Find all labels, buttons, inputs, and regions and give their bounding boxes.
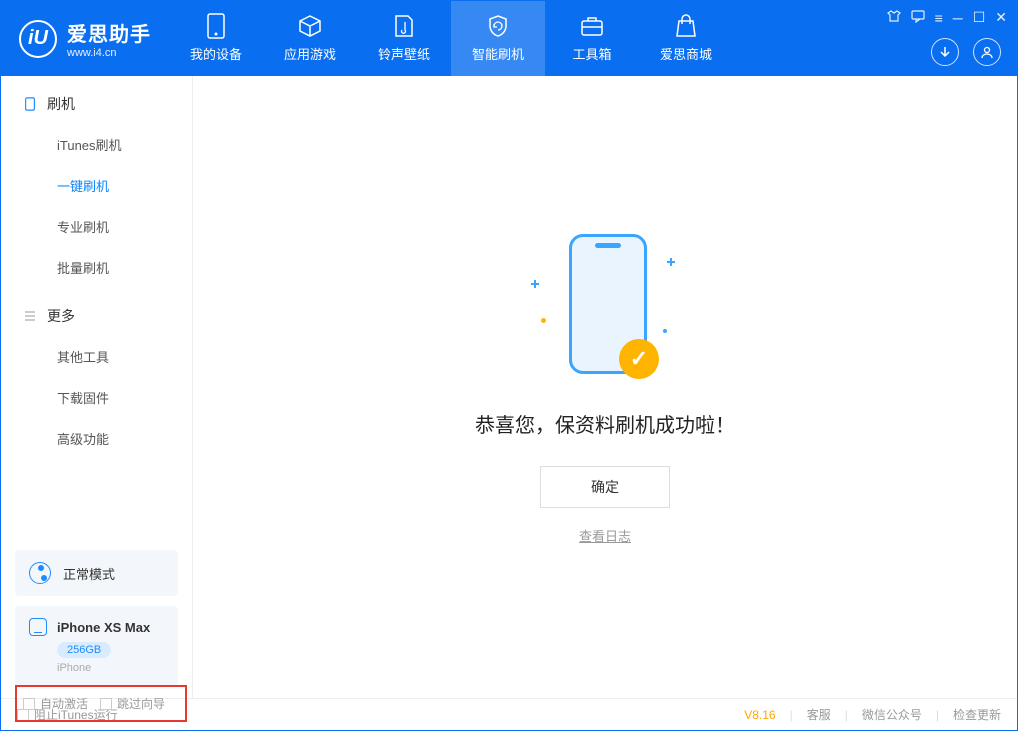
list-icon xyxy=(23,309,37,323)
support-link[interactable]: 客服 xyxy=(807,706,831,723)
user-button[interactable] xyxy=(973,38,1001,66)
nav-store[interactable]: 爱思商城 xyxy=(639,1,733,76)
success-illustration: ✓ xyxy=(555,230,655,385)
app-title: 爱思助手 xyxy=(67,18,151,47)
cube-icon xyxy=(298,14,322,38)
nav-flash[interactable]: 智能刷机 xyxy=(451,1,545,76)
checkbox-label: 自动激活 xyxy=(40,695,88,712)
minimize-button[interactable]: ─ xyxy=(953,10,963,26)
sidebar-item-advanced[interactable]: 高级功能 xyxy=(1,418,192,459)
device-info-box[interactable]: iPhone XS Max 256GB iPhone xyxy=(15,606,178,686)
checkbox-label: 跳过向导 xyxy=(117,695,165,712)
checkbox-icon xyxy=(100,698,112,710)
header: iU 爱思助手 www.i4.cn 我的设备 应用游戏 铃声壁纸 智能刷机 工具… xyxy=(1,1,1017,76)
device-mode: 正常模式 xyxy=(63,564,115,583)
check-update-link[interactable]: 检查更新 xyxy=(953,706,1001,723)
device-icon xyxy=(204,14,228,38)
nav-toolbox[interactable]: 工具箱 xyxy=(545,1,639,76)
wechat-link[interactable]: 微信公众号 xyxy=(862,706,922,723)
checkbox-skip-guide[interactable]: 跳过向导 xyxy=(100,695,165,712)
nav-ringtones[interactable]: 铃声壁纸 xyxy=(357,1,451,76)
checkmark-badge-icon: ✓ xyxy=(619,339,659,379)
normal-mode-icon xyxy=(29,562,51,584)
top-nav: 我的设备 应用游戏 铃声壁纸 智能刷机 工具箱 爱思商城 xyxy=(169,1,733,76)
sparkle-icon xyxy=(531,280,539,288)
dot-icon xyxy=(663,329,667,333)
sparkle-icon xyxy=(667,258,675,266)
version-label: V8.16 xyxy=(744,708,775,722)
checkbox-auto-activate[interactable]: 自动激活 xyxy=(23,695,88,712)
ok-button[interactable]: 确定 xyxy=(540,466,670,508)
sidebar-item-oneclick-flash[interactable]: 一键刷机 xyxy=(1,165,192,206)
sidebar-item-download-firmware[interactable]: 下载固件 xyxy=(1,377,192,418)
section-title: 更多 xyxy=(47,306,75,326)
nav-label: 工具箱 xyxy=(572,44,611,63)
device-phone-icon xyxy=(29,618,47,636)
window-controls: ≡ ─ ☐ ✕ xyxy=(887,9,1007,26)
sidebar-section-flash: 刷机 xyxy=(1,76,192,124)
sidebar-item-batch-flash[interactable]: 批量刷机 xyxy=(1,247,192,288)
app-subtitle: www.i4.cn xyxy=(67,47,151,59)
toolbox-icon xyxy=(580,14,604,38)
nav-label: 智能刷机 xyxy=(472,44,524,63)
close-button[interactable]: ✕ xyxy=(995,9,1007,26)
main-content: ✓ 恭喜您，保资料刷机成功啦！ 确定 查看日志 xyxy=(193,76,1017,698)
feedback-icon[interactable] xyxy=(911,9,925,26)
sidebar-section-more: 更多 xyxy=(1,288,192,336)
sidebar-item-other-tools[interactable]: 其他工具 xyxy=(1,336,192,377)
nav-label: 应用游戏 xyxy=(284,44,336,63)
shirt-icon[interactable] xyxy=(887,9,901,26)
dot-icon xyxy=(541,318,546,323)
nav-label: 我的设备 xyxy=(190,44,242,63)
nav-label: 爱思商城 xyxy=(660,44,712,63)
shield-refresh-icon xyxy=(486,14,510,38)
device-name: iPhone XS Max xyxy=(57,620,150,635)
nav-my-device[interactable]: 我的设备 xyxy=(169,1,263,76)
logo-area: iU 爱思助手 www.i4.cn xyxy=(1,1,169,76)
maximize-button[interactable]: ☐ xyxy=(973,9,986,26)
sidebar-item-pro-flash[interactable]: 专业刷机 xyxy=(1,206,192,247)
music-file-icon xyxy=(392,14,416,38)
sidebar: 刷机 iTunes刷机 一键刷机 专业刷机 批量刷机 更多 其他工具 下载固件 … xyxy=(1,76,193,698)
sidebar-item-itunes-flash[interactable]: iTunes刷机 xyxy=(1,124,192,165)
checkbox-icon xyxy=(23,698,35,710)
highlighted-options: 自动激活 跳过向导 xyxy=(15,685,187,722)
storage-badge: 256GB xyxy=(57,642,111,658)
app-logo-icon: iU xyxy=(19,20,57,58)
shop-bag-icon xyxy=(674,14,698,38)
view-log-link[interactable]: 查看日志 xyxy=(579,526,631,545)
nav-apps[interactable]: 应用游戏 xyxy=(263,1,357,76)
section-title: 刷机 xyxy=(47,94,75,114)
menu-icon[interactable]: ≡ xyxy=(935,10,943,26)
nav-label: 铃声壁纸 xyxy=(378,44,430,63)
device-type: iPhone xyxy=(57,662,164,674)
success-message: 恭喜您，保资料刷机成功啦！ xyxy=(475,409,735,438)
download-button[interactable] xyxy=(931,38,959,66)
device-mode-box[interactable]: 正常模式 xyxy=(15,550,178,596)
phone-icon xyxy=(23,97,37,111)
